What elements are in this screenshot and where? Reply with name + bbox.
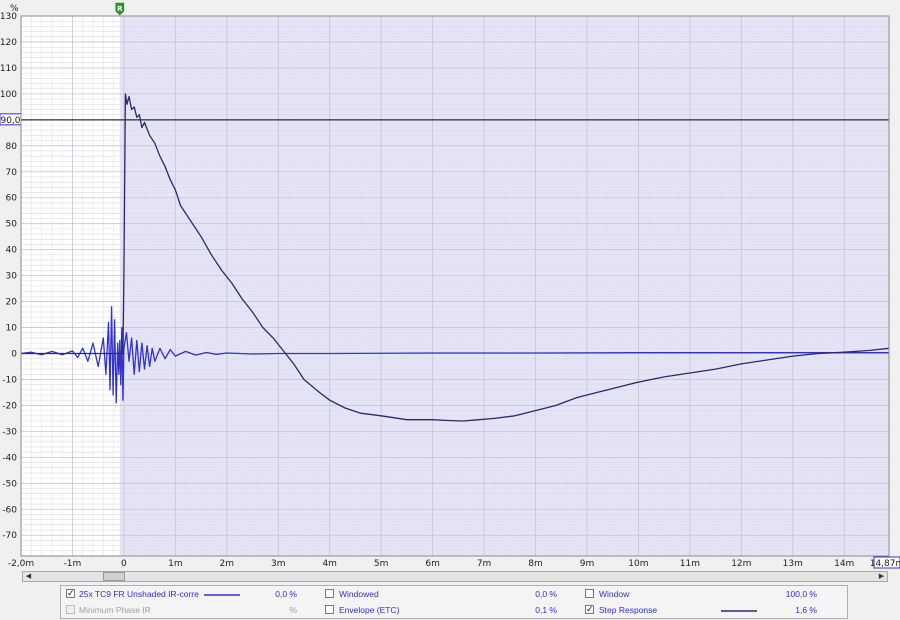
checkbox-ir[interactable]: ✓ (66, 589, 75, 598)
x-end-label: 14,87m (870, 559, 900, 569)
x-tick-label: 10m (628, 559, 648, 569)
legend-value-step: 1,6 % (795, 605, 817, 615)
y-tick-label: 40 (6, 246, 18, 256)
x-tick-label: 14m (834, 559, 854, 569)
y-axis: 1301201101009080706050403020100-10-20-30… (0, 12, 17, 541)
y-tick-label: 20 (6, 298, 18, 308)
y-tick-label: -60 (2, 505, 17, 515)
legend-value-windowed: 0,0 % (535, 589, 557, 599)
y-tick-label: 80 (6, 142, 18, 152)
y-tick-label: -50 (2, 479, 17, 489)
horizontal-scrollbar[interactable]: ◀ ▶ (22, 571, 888, 582)
legend-value-window: 100,0 % (785, 589, 817, 599)
scroll-left-icon[interactable]: ◀ (23, 572, 34, 581)
y-tick-label: 100 (0, 90, 17, 100)
y-tick-label: 60 (6, 194, 18, 204)
x-tick-label: 1m (168, 559, 183, 569)
y-tick-label: 70 (6, 168, 18, 178)
legend-label-ir: 25x TC9 FR Unshaded IR-corre (79, 589, 199, 599)
y-tick-label: 50 (6, 220, 18, 230)
x-axis: -2,0m -1m 0 1m 2m 3m 4m 5m 6m 7m 8m 9m 10m 11m 12m 13m 1… (8, 556, 900, 569)
y-tick-label: 120 (0, 38, 17, 48)
y-tick-label: -70 (2, 531, 17, 541)
legend-panel: ✓ 25x TC9 FR Unshaded IR-corre 0,0 % Win… (60, 585, 848, 619)
y-tick-label: 0 (11, 350, 17, 360)
x-tick-label: -1m (64, 559, 82, 569)
legend-label-envelope: Envelope (ETC) (339, 605, 400, 615)
legend-value-ir: 0,0 % (275, 589, 297, 599)
y-tick-label: -40 (2, 453, 17, 463)
y-tick-label: -20 (2, 401, 17, 411)
y-axis-unit: % (10, 4, 19, 14)
legend-label-window: Window (599, 589, 630, 599)
x-tick-label: -2,0m (8, 559, 34, 569)
x-tick-label: 8m (528, 559, 543, 569)
x-tick-label: 7m (477, 559, 492, 569)
reference-marker-label: R (117, 5, 123, 13)
y-tick-label: 10 (6, 324, 18, 334)
x-tick-label: 6m (425, 559, 440, 569)
y-tick-label: -30 (2, 427, 17, 437)
legend-label-windowed: Windowed (339, 589, 379, 599)
x-tick-label: 0 (121, 559, 127, 569)
legend-swatch-ir (204, 594, 240, 596)
checkbox-window[interactable] (585, 589, 594, 598)
checkbox-envelope[interactable] (325, 605, 334, 614)
legend-label-min-phase: Minimum Phase IR (79, 605, 151, 615)
y-tick-label: 30 (6, 272, 18, 282)
y-tick-label: 110 (0, 64, 17, 74)
x-tick-label: 13m (783, 559, 803, 569)
x-tick-label: 4m (322, 559, 337, 569)
checkbox-windowed[interactable] (325, 589, 334, 598)
scroll-thumb[interactable] (103, 572, 125, 581)
x-tick-label: 12m (731, 559, 751, 569)
scroll-right-icon[interactable]: ▶ (876, 572, 887, 581)
checkbox-step[interactable]: ✓ (585, 605, 594, 614)
legend-label-step: Step Response (599, 605, 658, 615)
x-tick-label: 5m (374, 559, 389, 569)
y-tick-label: -10 (2, 375, 17, 385)
legend-value-min-phase: % (289, 605, 297, 615)
x-tick-label: 11m (680, 559, 700, 569)
x-tick-label: 9m (580, 559, 595, 569)
checkbox-min-phase[interactable] (66, 605, 75, 614)
reference-marker[interactable]: R (115, 2, 125, 16)
x-tick-label: 2m (220, 559, 235, 569)
chart[interactable]: 1301201101009080706050403020100-10-20-30… (0, 0, 900, 570)
x-tick-label: 3m (271, 559, 286, 569)
legend-value-envelope: 0,1 % (535, 605, 557, 615)
reference-label: 90,0 (0, 116, 20, 126)
legend-swatch-step (721, 610, 757, 612)
